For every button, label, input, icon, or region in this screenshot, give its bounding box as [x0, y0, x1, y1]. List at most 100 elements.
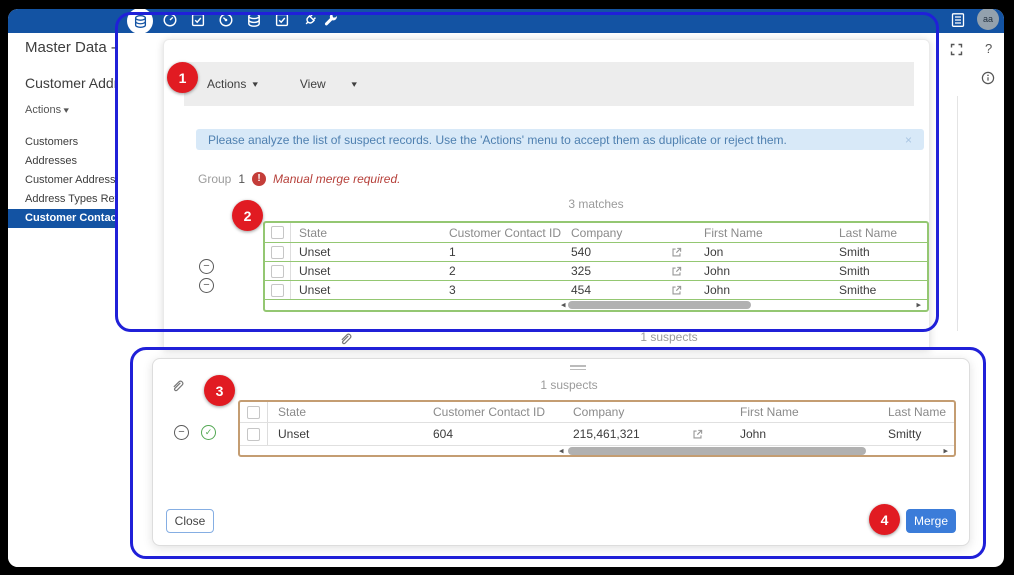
help-icon[interactable]: ?	[985, 41, 992, 56]
column-header-state: State	[291, 226, 441, 240]
row-checkbox[interactable]	[271, 246, 284, 259]
top-navigation-bar: aa	[8, 9, 1004, 33]
horizontal-scrollbar: ◂ ▸	[265, 299, 927, 310]
accepted-check-icon[interactable]: ✓	[201, 425, 216, 440]
panel-divider	[957, 96, 958, 331]
cell-contact-id: 1	[441, 245, 563, 259]
speedometer-icon[interactable]	[162, 12, 178, 28]
plug-icon[interactable]	[302, 12, 318, 28]
row-checkbox[interactable]	[271, 284, 284, 297]
app-window: aa Master Data - Refere Customer Address…	[8, 9, 1004, 567]
cell-last-name: Smith	[831, 245, 927, 259]
forms-list-icon[interactable]	[950, 12, 966, 28]
column-header-first-name: First Name	[720, 405, 880, 419]
match-row[interactable]: Unset 2 325 John Smith	[265, 261, 927, 280]
suspects-count-title: 1 suspects	[519, 378, 619, 393]
merge-button[interactable]: Merge	[906, 509, 956, 533]
external-link-icon[interactable]	[692, 429, 703, 440]
app-title: Master Data - Refere	[25, 39, 118, 57]
expand-fullscreen-icon[interactable]	[950, 43, 963, 59]
annotation-4: 4	[869, 504, 900, 535]
column-header-state: State	[268, 405, 425, 419]
sidebar-item-addresses[interactable]: Addresses	[8, 152, 118, 171]
row-checkbox[interactable]	[271, 265, 284, 278]
group-label: Group	[198, 172, 231, 186]
scroll-right-arrow[interactable]: ▸	[916, 301, 921, 310]
scroll-right-arrow[interactable]: ▸	[943, 446, 948, 455]
cell-state: Unset	[268, 427, 425, 441]
column-header-last-name: Last Name	[831, 226, 927, 240]
close-button[interactable]: Close	[166, 509, 214, 533]
horizontal-scrollbar: ◂ ▸	[240, 445, 954, 455]
group-header: Group 1 ! Manual merge required.	[198, 171, 400, 187]
sidebar-nav: Customers Addresses Customer Addresses A…	[8, 133, 118, 228]
info-banner-text: Please analyze the list of suspect recor…	[208, 133, 787, 147]
external-link-icon[interactable]	[671, 285, 682, 296]
attachment-icon[interactable]	[339, 331, 353, 348]
cell-last-name: Smitty	[880, 427, 954, 441]
actions-menu-button[interactable]: Actions	[207, 77, 246, 91]
unmerge-row-icon[interactable]: −	[199, 278, 214, 293]
match-row[interactable]: Unset 1 540 Jon Smith	[265, 242, 927, 261]
cell-last-name: Smith	[831, 264, 927, 278]
column-header-contact-id: Customer Contact ID	[425, 405, 565, 419]
external-link-icon[interactable]	[671, 247, 682, 258]
caret-down-icon[interactable]: ▾	[351, 79, 356, 90]
cell-state: Unset	[291, 283, 441, 297]
annotation-1: 1	[167, 62, 198, 93]
scrollbar-thumb[interactable]	[568, 301, 751, 309]
approvals-checklist-icon[interactable]	[274, 12, 290, 28]
user-avatar[interactable]: aa	[977, 9, 999, 30]
cell-contact-id: 3	[441, 283, 563, 297]
cell-first-name: Jon	[696, 245, 831, 259]
caret-down-icon[interactable]: ▾	[253, 79, 258, 90]
cell-first-name: John	[696, 283, 831, 297]
external-link-icon[interactable]	[671, 266, 682, 277]
dialog-toolbar: Actions ▾ View ▾	[184, 62, 914, 106]
page-title: Customer Addresses	[25, 74, 118, 92]
suspects-count-strip: 1 suspects	[619, 330, 719, 345]
sidebar-item-customer-addresses[interactable]: Customer Addresses	[8, 171, 118, 190]
scroll-left-arrow[interactable]: ◂	[559, 446, 564, 455]
annotation-3: 3	[204, 375, 235, 406]
column-header-company: Company	[565, 405, 675, 419]
column-header-last-name: Last Name	[880, 405, 954, 419]
drag-handle-icon[interactable]	[570, 365, 586, 371]
info-banner: Please analyze the list of suspect recor…	[196, 129, 924, 150]
unmerge-row-icon[interactable]: −	[174, 425, 189, 440]
caret-down-icon: ▾	[64, 102, 69, 118]
merge-dialog: Actions ▾ View ▾ Please analyze the list…	[163, 39, 930, 350]
suspect-row[interactable]: Unset 604 215,461,321 John Smitty	[240, 422, 954, 445]
cell-last-name: Smithe	[831, 283, 927, 297]
banner-close-icon[interactable]: ×	[905, 133, 912, 147]
cell-contact-id: 2	[441, 264, 563, 278]
master-data-database-icon[interactable]	[127, 9, 153, 34]
cell-company: 454	[563, 283, 656, 297]
annotation-2: 2	[232, 200, 263, 231]
database-server-icon[interactable]	[246, 12, 262, 28]
sidebar-item-customer-contacts[interactable]: Customer Contacts	[8, 209, 118, 228]
row-checkbox[interactable]	[247, 428, 260, 441]
tasks-checklist-icon[interactable]	[190, 12, 206, 28]
scroll-left-arrow[interactable]: ◂	[561, 301, 566, 310]
match-row[interactable]: Unset 3 454 John Smithe	[265, 280, 927, 299]
sidebar-actions-menu[interactable]: Actions ▾	[25, 102, 69, 118]
wrench-icon[interactable]	[323, 12, 339, 28]
unmerge-row-icon[interactable]: −	[199, 259, 214, 274]
select-all-checkbox[interactable]	[247, 406, 260, 419]
group-number: 1	[238, 172, 245, 186]
suspects-panel: 1 suspects State Customer Contact ID Com…	[152, 358, 970, 546]
gauge-icon[interactable]	[218, 12, 234, 28]
column-header-contact-id: Customer Contact ID	[441, 226, 563, 240]
cell-first-name: John	[720, 427, 880, 441]
column-header-company: Company	[563, 226, 656, 240]
column-header-first-name: First Name	[696, 226, 831, 240]
view-menu-button[interactable]: View	[300, 77, 326, 91]
attachment-icon[interactable]	[171, 378, 185, 395]
warning-icon: !	[252, 172, 266, 186]
sidebar-item-customers[interactable]: Customers	[8, 133, 118, 152]
sidebar-item-address-types-reference[interactable]: Address Types Reference	[8, 190, 118, 209]
info-icon[interactable]	[981, 71, 995, 88]
scrollbar-thumb[interactable]	[568, 447, 866, 455]
select-all-checkbox[interactable]	[271, 226, 284, 239]
